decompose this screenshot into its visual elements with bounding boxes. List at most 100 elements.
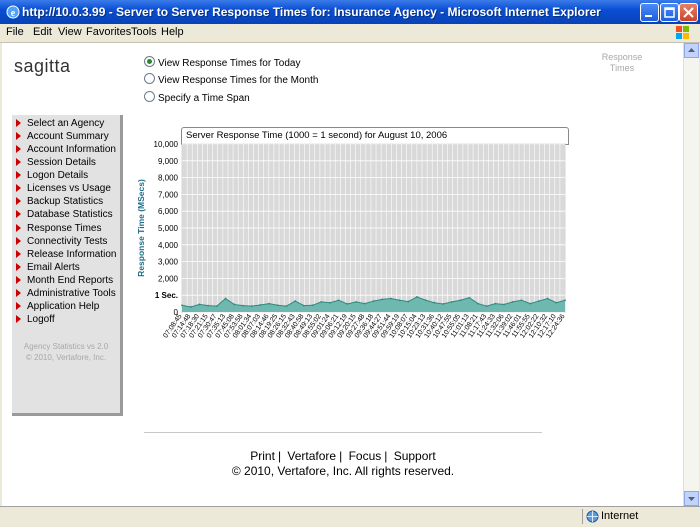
radio-time-span-indicator[interactable] bbox=[144, 91, 155, 102]
nav-arrow-icon bbox=[16, 263, 21, 271]
radio-month[interactable]: View Response Times for the Month bbox=[144, 73, 318, 86]
data-point bbox=[294, 300, 297, 302]
nav-session-details[interactable]: Session Details bbox=[16, 157, 96, 168]
data-point bbox=[520, 299, 523, 302]
nav-label: Response Times bbox=[27, 223, 102, 234]
data-point bbox=[390, 297, 392, 300]
internet-explorer-icon: e bbox=[6, 5, 20, 19]
nav-arrow-icon bbox=[16, 302, 21, 310]
y-tick-label: 4,000 bbox=[158, 241, 179, 250]
nav-select-agency[interactable]: Select an Agency bbox=[16, 118, 104, 129]
data-point bbox=[250, 305, 253, 308]
nav-backup-statistics[interactable]: Backup Statistics bbox=[16, 196, 103, 207]
nav-account-summary[interactable]: Account Summary bbox=[16, 131, 109, 142]
radio-today-label: View Response Times for Today bbox=[158, 58, 301, 69]
nav-label: Administrative Tools bbox=[27, 288, 116, 299]
data-point bbox=[407, 300, 410, 303]
radio-today-indicator[interactable] bbox=[144, 56, 155, 67]
data-point bbox=[485, 305, 488, 308]
title-bar: e http://10.0.3.99 - Server to Server Re… bbox=[0, 0, 700, 24]
data-point bbox=[363, 302, 366, 305]
data-point bbox=[546, 297, 549, 300]
data-point bbox=[276, 304, 279, 307]
nav-label: Session Details bbox=[27, 157, 96, 168]
footer-vertafore-link[interactable]: Vertafore bbox=[287, 449, 336, 463]
nav-arrow-icon bbox=[16, 315, 21, 323]
radio-month-label: View Response Times for the Month bbox=[158, 75, 319, 86]
data-point bbox=[468, 296, 471, 299]
nav-connectivity-tests[interactable]: Connectivity Tests bbox=[16, 236, 107, 247]
data-point bbox=[416, 295, 418, 298]
menu-tools[interactable]: Tools bbox=[131, 26, 157, 38]
close-button[interactable] bbox=[679, 3, 698, 22]
zone-label: Internet bbox=[601, 510, 639, 522]
nav-licenses-vs-usage[interactable]: Licenses vs Usage bbox=[16, 183, 111, 194]
data-point bbox=[215, 305, 218, 308]
nav-email-alerts[interactable]: Email Alerts bbox=[16, 262, 80, 273]
menu-file[interactable]: File bbox=[6, 26, 24, 38]
scroll-down-button[interactable] bbox=[684, 491, 699, 506]
security-zone: Internet bbox=[582, 509, 683, 524]
nav-response-times[interactable]: Response Times bbox=[16, 223, 101, 234]
minimize-button[interactable] bbox=[640, 3, 659, 22]
nav-account-information[interactable]: Account Information bbox=[16, 144, 116, 155]
sidebar-nav: Select an Agency Account Summary Account… bbox=[12, 115, 123, 416]
data-point bbox=[381, 298, 384, 301]
footer-print-link[interactable]: Print bbox=[250, 449, 275, 463]
data-point bbox=[564, 299, 566, 302]
data-point bbox=[459, 299, 462, 302]
maximize-button[interactable] bbox=[660, 3, 679, 22]
nav-label: Logoff bbox=[27, 314, 55, 325]
nav-label: Account Information bbox=[27, 144, 116, 155]
data-point bbox=[477, 302, 479, 305]
nav-arrow-icon bbox=[16, 145, 21, 153]
y-tick-label: 6,000 bbox=[158, 207, 179, 216]
radio-today[interactable]: View Response Times for Today bbox=[144, 56, 300, 69]
data-point bbox=[302, 304, 305, 307]
sidebar-footer: Agency Statistics vs 2.0 © 2010, Vertafo… bbox=[12, 341, 120, 363]
radio-month-indicator[interactable] bbox=[144, 73, 155, 84]
footer-divider bbox=[144, 432, 542, 433]
vertical-scrollbar[interactable] bbox=[683, 43, 699, 506]
y-tick-label: 1 Sec. bbox=[155, 291, 178, 300]
minimize-icon bbox=[645, 15, 652, 17]
page-content: sagitta Response Times View Response Tim… bbox=[2, 43, 683, 506]
nav-arrow-icon bbox=[16, 132, 21, 140]
nav-logon-details[interactable]: Logon Details bbox=[16, 170, 88, 181]
data-point bbox=[511, 301, 514, 303]
nav-month-end-reports[interactable]: Month End Reports bbox=[16, 275, 113, 286]
data-point bbox=[207, 304, 210, 307]
nav-administrative-tools[interactable]: Administrative Tools bbox=[16, 288, 116, 299]
footer-focus-link[interactable]: Focus bbox=[349, 449, 382, 463]
nav-label: Backup Statistics bbox=[27, 196, 104, 207]
data-point bbox=[529, 302, 532, 305]
footer-support-link[interactable]: Support bbox=[394, 449, 436, 463]
response-times-link[interactable]: Response Times bbox=[598, 52, 646, 74]
menu-edit[interactable]: Edit bbox=[33, 26, 52, 38]
arrow-down-icon bbox=[688, 497, 695, 501]
nav-database-statistics[interactable]: Database Statistics bbox=[16, 209, 113, 220]
nav-arrow-icon bbox=[16, 119, 21, 127]
windows-flag-icon bbox=[676, 26, 689, 39]
data-point bbox=[398, 299, 401, 302]
y-axis-title: Response Time (MSecs) bbox=[136, 179, 146, 277]
nav-logoff[interactable]: Logoff bbox=[16, 314, 55, 325]
nav-release-information[interactable]: Release Information bbox=[16, 249, 117, 260]
data-point bbox=[346, 303, 349, 305]
menu-help[interactable]: Help bbox=[161, 26, 184, 38]
menu-view[interactable]: View bbox=[58, 26, 82, 38]
y-tick-label: 9,000 bbox=[158, 157, 179, 166]
data-point bbox=[555, 301, 558, 304]
status-bar: Internet bbox=[0, 506, 700, 527]
globe-icon bbox=[586, 510, 599, 523]
maximize-icon bbox=[664, 7, 675, 18]
nav-label: Database Statistics bbox=[27, 209, 113, 220]
data-point bbox=[311, 304, 314, 307]
menu-favorites[interactable]: Favorites bbox=[86, 26, 131, 38]
y-tick-label: 2,000 bbox=[158, 274, 179, 283]
window-title: http://10.0.3.99 - Server to Server Resp… bbox=[22, 5, 601, 19]
scroll-up-button[interactable] bbox=[684, 43, 699, 58]
radio-time-span[interactable]: Specify a Time Span bbox=[144, 91, 250, 104]
nav-application-help[interactable]: Application Help bbox=[16, 301, 99, 312]
nav-label: Connectivity Tests bbox=[27, 236, 108, 247]
